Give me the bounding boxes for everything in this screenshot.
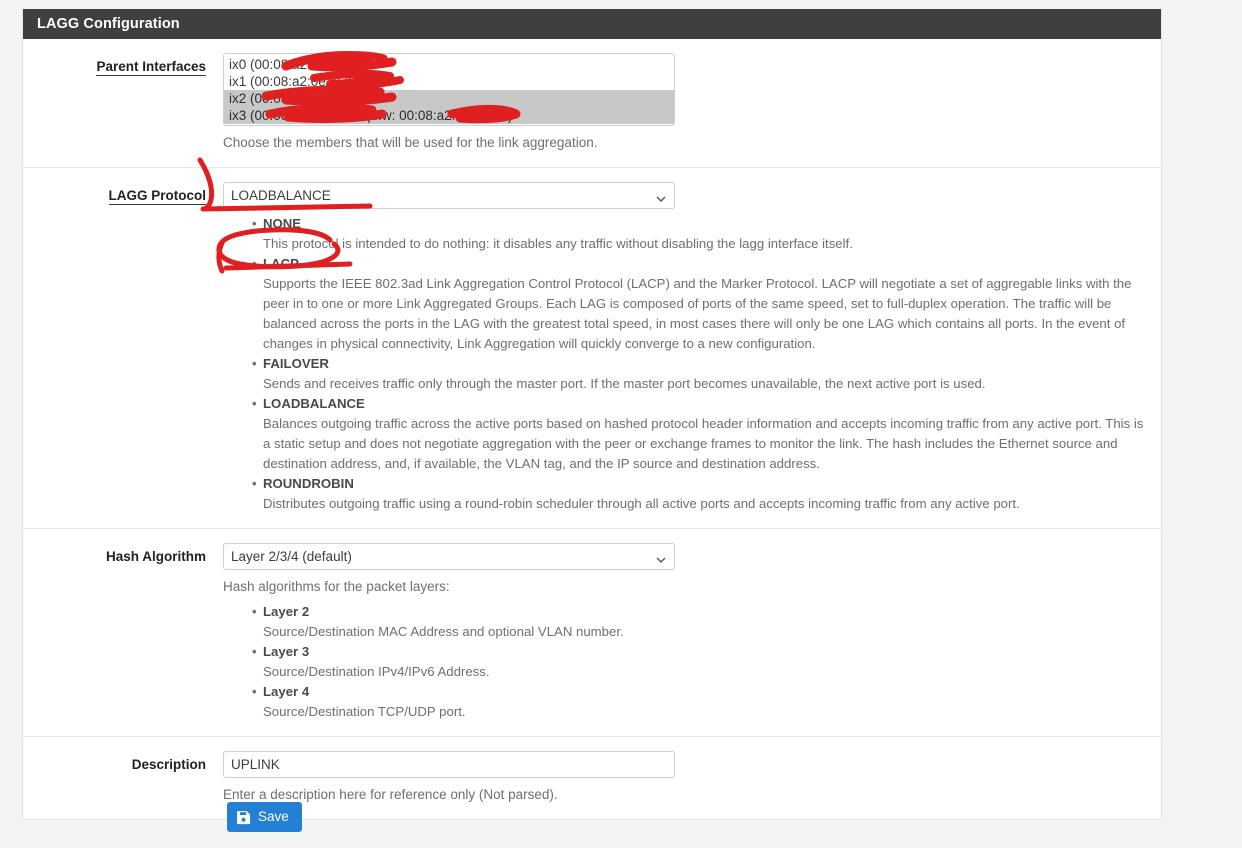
form-row-description: Description Enter a description here for…: [23, 737, 1161, 819]
list-item[interactable]: ix2 (00:08:a2:0e:a6:ab): [224, 90, 674, 107]
hash-description-item: Layer 3 Source/Destination IPv4/IPv6 Add…: [223, 642, 1149, 682]
lagg-protocol-field-cell: LOADBALANCE NONE This protocol is intend…: [223, 182, 1161, 514]
hash-term: Layer 3: [223, 642, 1149, 662]
protocol-body: Supports the IEEE 802.3ad Link Aggregati…: [263, 276, 1132, 351]
protocol-body: Distributes outgoing traffic using a rou…: [263, 496, 1020, 511]
protocol-description-item: LOADBALANCE Balances outgoing traffic ac…: [223, 394, 1149, 474]
list-item[interactable]: ix1 (00:08:a2:0e:a5:5a): [224, 73, 674, 90]
form-row-parent-interfaces: Parent Interfaces ix0 (00:08:a2:0e:a0:59…: [23, 39, 1161, 168]
panel-title: LAGG Configuration: [23, 9, 1161, 39]
hash-description-item: Layer 4 Source/Destination TCP/UDP port.: [223, 682, 1149, 722]
protocol-body: Balances outgoing traffic across the act…: [263, 416, 1144, 471]
parent-interfaces-field-cell: ix0 (00:08:a2:0e:a0:59) ix1 (00:08:a2:0e…: [223, 53, 1161, 153]
parent-interfaces-help: Choose the members that will be used for…: [223, 135, 598, 150]
lagg-protocol-label-cell: LAGG Protocol: [23, 182, 223, 514]
list-item[interactable]: ix3 (00:08:a2:0e:a6:ab | hw: 00:08:a2:0e…: [224, 107, 674, 124]
save-button[interactable]: Save: [227, 802, 302, 832]
parent-interfaces-listbox[interactable]: ix0 (00:08:a2:0e:a0:59) ix1 (00:08:a2:0e…: [223, 53, 675, 126]
hash-term: Layer 2: [223, 602, 1149, 622]
protocol-description-item: NONE This protocol is intended to do not…: [223, 214, 1149, 254]
lagg-protocol-label: LAGG Protocol: [108, 188, 206, 205]
protocol-body: Sends and receives traffic only through …: [263, 376, 986, 391]
description-input[interactable]: [223, 751, 675, 778]
parent-interfaces-label-cell: Parent Interfaces: [23, 53, 223, 153]
lagg-protocol-selected-value: LOADBALANCE: [231, 187, 331, 203]
hash-algorithm-select[interactable]: Layer 2/3/4 (default): [223, 543, 675, 570]
list-item[interactable]: ix0 (00:08:a2:0e:a0:59): [224, 56, 674, 73]
hash-body: Source/Destination MAC Address and optio…: [263, 624, 624, 639]
form-row-lagg-protocol: LAGG Protocol LOADBALANCE NONE This prot…: [23, 168, 1161, 529]
hash-algorithm-intro: Hash algorithms for the packet layers:: [223, 579, 450, 594]
protocol-description-item: LACP Supports the IEEE 802.3ad Link Aggr…: [223, 254, 1149, 354]
protocol-description-item: ROUNDROBIN Distributes outgoing traffic …: [223, 474, 1149, 514]
parent-interfaces-label: Parent Interfaces: [96, 59, 206, 76]
save-floppy-icon: [236, 810, 251, 825]
description-label-cell: Description: [23, 751, 223, 805]
lagg-configuration-panel: LAGG Configuration Parent Interfaces ix0…: [22, 9, 1162, 820]
protocol-term: LOADBALANCE: [223, 394, 1149, 414]
protocol-term: ROUNDROBIN: [223, 474, 1149, 494]
page-root: LAGG Configuration Parent Interfaces ix0…: [0, 0, 1242, 848]
chevron-down-icon: [656, 552, 666, 563]
protocol-description-item: FAILOVER Sends and receives traffic only…: [223, 354, 1149, 394]
lagg-protocol-description-list: NONE This protocol is intended to do not…: [223, 214, 1149, 514]
hash-term: Layer 4: [223, 682, 1149, 702]
protocol-body: This protocol is intended to do nothing:…: [263, 236, 853, 251]
protocol-term: LACP: [223, 254, 1149, 274]
hash-body: Source/Destination IPv4/IPv6 Address.: [263, 664, 490, 679]
lagg-protocol-select[interactable]: LOADBALANCE: [223, 182, 675, 209]
hash-algorithm-description-list: Layer 2 Source/Destination MAC Address a…: [223, 602, 1149, 722]
hash-description-item: Layer 2 Source/Destination MAC Address a…: [223, 602, 1149, 642]
description-field-cell: Enter a description here for reference o…: [223, 751, 1161, 805]
form-row-hash-algorithm: Hash Algorithm Layer 2/3/4 (default) Has…: [23, 529, 1161, 737]
hash-algorithm-selected-value: Layer 2/3/4 (default): [231, 548, 352, 564]
protocol-term: FAILOVER: [223, 354, 1149, 374]
hash-algorithm-label: Hash Algorithm: [105, 549, 206, 564]
hash-algorithm-label-cell: Hash Algorithm: [23, 543, 223, 722]
hash-body: Source/Destination TCP/UDP port.: [263, 704, 466, 719]
protocol-term: NONE: [223, 214, 1149, 234]
hash-algorithm-field-cell: Layer 2/3/4 (default) Hash algorithms fo…: [223, 543, 1161, 722]
description-label: Description: [131, 757, 206, 772]
description-help: Enter a description here for reference o…: [223, 787, 558, 802]
save-button-label: Save: [258, 809, 289, 824]
chevron-down-icon: [656, 191, 666, 202]
